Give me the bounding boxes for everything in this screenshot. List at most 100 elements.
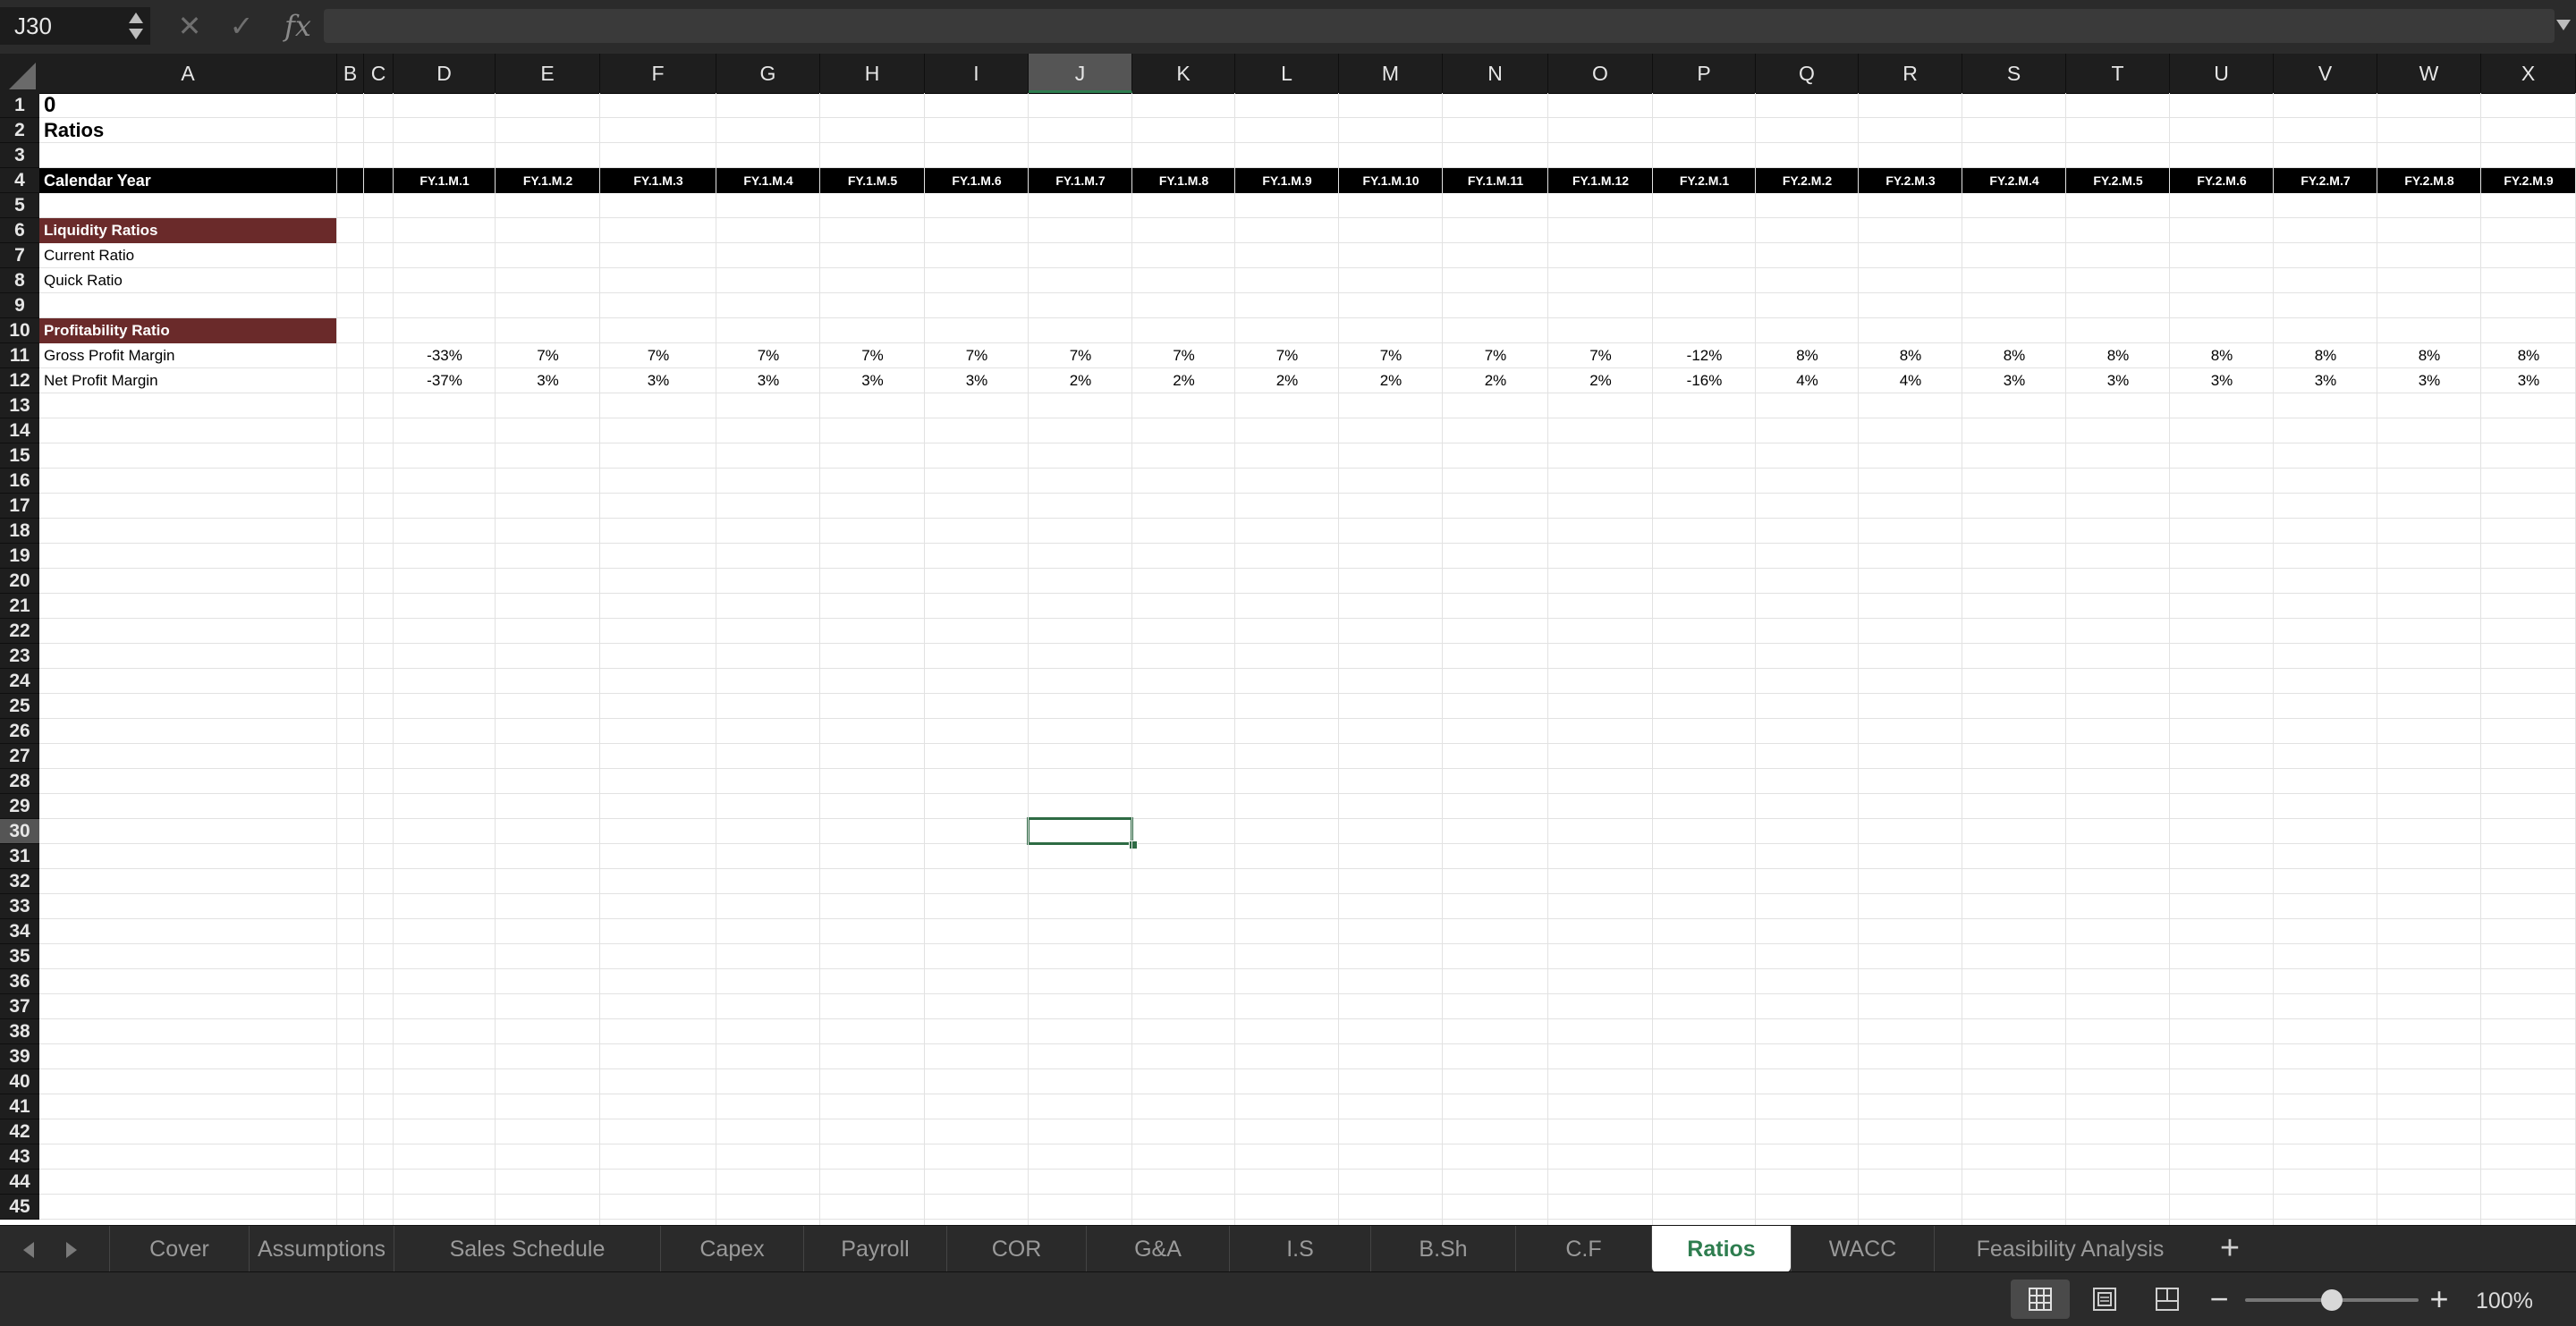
- sheet-tab-assumptions[interactable]: Assumptions: [249, 1226, 394, 1272]
- row-header-17[interactable]: 17: [0, 494, 39, 519]
- period-header-d[interactable]: FY.1.M.1: [394, 168, 496, 193]
- gross-margin-t[interactable]: 8%: [2066, 343, 2170, 368]
- gross-margin-l[interactable]: 7%: [1235, 343, 1339, 368]
- stepper-up-icon[interactable]: [129, 13, 143, 23]
- period-header-n[interactable]: FY.1.M.11: [1443, 168, 1548, 193]
- column-header-h[interactable]: H: [820, 54, 925, 93]
- row-header-16[interactable]: 16: [0, 469, 39, 494]
- row-header-8[interactable]: 8: [0, 268, 39, 293]
- sheet-tab-sales-schedule[interactable]: Sales Schedule: [394, 1226, 660, 1272]
- period-header-j[interactable]: FY.1.M.7: [1029, 168, 1132, 193]
- row-header-36[interactable]: 36: [0, 969, 39, 994]
- row-header-44[interactable]: 44: [0, 1170, 39, 1195]
- formula-expand-icon[interactable]: [2556, 20, 2571, 30]
- row-header-34[interactable]: 34: [0, 919, 39, 944]
- enter-check-icon[interactable]: ✓: [224, 5, 259, 46]
- sheet-tab-cor[interactable]: COR: [946, 1226, 1086, 1272]
- row-header-11[interactable]: 11: [0, 343, 39, 368]
- normal-view-button[interactable]: [2011, 1280, 2070, 1319]
- net-margin-s[interactable]: 3%: [1962, 368, 2066, 393]
- net-margin-k[interactable]: 2%: [1132, 368, 1235, 393]
- period-header-s[interactable]: FY.2.M.4: [1962, 168, 2066, 193]
- net-margin-n[interactable]: 2%: [1443, 368, 1548, 393]
- net-margin-o[interactable]: 2%: [1548, 368, 1653, 393]
- net-margin-r[interactable]: 4%: [1859, 368, 1962, 393]
- row-header-9[interactable]: 9: [0, 293, 39, 318]
- period-header-m[interactable]: FY.1.M.10: [1339, 168, 1443, 193]
- row-header-35[interactable]: 35: [0, 944, 39, 969]
- column-header-q[interactable]: Q: [1756, 54, 1859, 93]
- row-header-22[interactable]: 22: [0, 619, 39, 644]
- sheet-tab-payroll[interactable]: Payroll: [803, 1226, 946, 1272]
- row-header-27[interactable]: 27: [0, 744, 39, 769]
- net-margin-i[interactable]: 3%: [925, 368, 1029, 393]
- name-box-stepper[interactable]: [125, 7, 147, 45]
- fill-handle[interactable]: [1129, 840, 1138, 849]
- net-margin-g[interactable]: 3%: [716, 368, 820, 393]
- column-header-c[interactable]: C: [364, 54, 394, 93]
- net-margin-t[interactable]: 3%: [2066, 368, 2170, 393]
- column-header-d[interactable]: D: [394, 54, 496, 93]
- row-header-10[interactable]: 10: [0, 318, 39, 343]
- current-ratio-label[interactable]: Current Ratio: [44, 243, 337, 268]
- period-header-i[interactable]: FY.1.M.6: [925, 168, 1029, 193]
- row-header-4[interactable]: 4: [0, 168, 39, 193]
- sheet-tab-wacc[interactable]: WACC: [1791, 1226, 1934, 1272]
- period-header-o[interactable]: FY.1.M.12: [1548, 168, 1653, 193]
- profitability-ratio-header[interactable]: Profitability Ratio: [44, 318, 337, 343]
- row-header-12[interactable]: 12: [0, 368, 39, 393]
- gross-margin-k[interactable]: 7%: [1132, 343, 1235, 368]
- page-break-preview-button[interactable]: [2138, 1280, 2197, 1319]
- net-margin-l[interactable]: 2%: [1235, 368, 1339, 393]
- column-header-k[interactable]: K: [1132, 54, 1235, 93]
- net-margin-x[interactable]: 3%: [2481, 368, 2576, 393]
- period-header-t[interactable]: FY.2.M.5: [2066, 168, 2170, 193]
- column-header-l[interactable]: L: [1235, 54, 1339, 93]
- row-header-24[interactable]: 24: [0, 669, 39, 694]
- gross-margin-j[interactable]: 7%: [1029, 343, 1132, 368]
- net-margin-q[interactable]: 4%: [1756, 368, 1859, 393]
- liquidity-ratios-header[interactable]: Liquidity Ratios: [44, 218, 337, 243]
- gross-margin-h[interactable]: 7%: [820, 343, 925, 368]
- column-header-i[interactable]: I: [925, 54, 1029, 93]
- period-header-w[interactable]: FY.2.M.8: [2377, 168, 2481, 193]
- row-header-20[interactable]: 20: [0, 569, 39, 594]
- period-header-k[interactable]: FY.1.M.8: [1132, 168, 1235, 193]
- next-sheet-icon[interactable]: [66, 1242, 77, 1258]
- column-header-n[interactable]: N: [1443, 54, 1548, 93]
- column-header-f[interactable]: F: [600, 54, 716, 93]
- gross-margin-r[interactable]: 8%: [1859, 343, 1962, 368]
- sheet-tab-ratios[interactable]: Ratios: [1651, 1226, 1791, 1272]
- zoom-in-button[interactable]: +: [2426, 1281, 2453, 1317]
- row-header-14[interactable]: 14: [0, 418, 39, 443]
- row-header-26[interactable]: 26: [0, 719, 39, 744]
- row-header-21[interactable]: 21: [0, 594, 39, 619]
- sheet-tab-g-a[interactable]: G&A: [1086, 1226, 1229, 1272]
- sheet-tab-c-f[interactable]: C.F: [1515, 1226, 1651, 1272]
- row-header-6[interactable]: 6: [0, 218, 39, 243]
- column-header-o[interactable]: O: [1548, 54, 1653, 93]
- column-header-s[interactable]: S: [1962, 54, 2066, 93]
- column-header-j[interactable]: J: [1029, 54, 1132, 93]
- gross-margin-e[interactable]: 7%: [496, 343, 600, 368]
- gross-margin-p[interactable]: -12%: [1653, 343, 1756, 368]
- column-header-r[interactable]: R: [1859, 54, 1962, 93]
- active-cell-border[interactable]: [1027, 817, 1133, 845]
- gross-margin-q[interactable]: 8%: [1756, 343, 1859, 368]
- row-header-42[interactable]: 42: [0, 1119, 39, 1144]
- row-header-28[interactable]: 28: [0, 769, 39, 794]
- column-header-m[interactable]: M: [1339, 54, 1443, 93]
- row-header-23[interactable]: 23: [0, 644, 39, 669]
- insert-function-icon[interactable]: fx: [277, 5, 318, 46]
- zoom-out-button[interactable]: −: [2206, 1281, 2233, 1317]
- gross-margin-f[interactable]: 7%: [600, 343, 716, 368]
- row-header-15[interactable]: 15: [0, 443, 39, 469]
- net-margin-d[interactable]: -37%: [394, 368, 496, 393]
- gross-margin-u[interactable]: 8%: [2170, 343, 2274, 368]
- gross-margin-o[interactable]: 7%: [1548, 343, 1653, 368]
- select-all-corner[interactable]: [0, 54, 39, 93]
- row-header-39[interactable]: 39: [0, 1044, 39, 1069]
- period-header-l[interactable]: FY.1.M.9: [1235, 168, 1339, 193]
- row-header-40[interactable]: 40: [0, 1069, 39, 1094]
- add-sheet-button[interactable]: +: [2206, 1226, 2254, 1272]
